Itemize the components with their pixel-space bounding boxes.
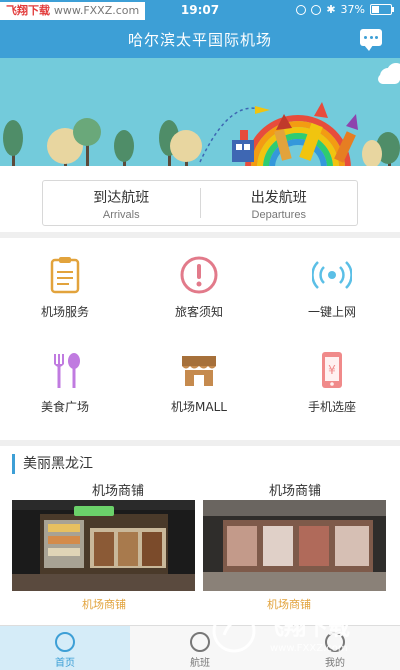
alert-icon [180, 256, 218, 294]
flight-switch-card: 到达航班 Arrivals 出发航班 Departures [42, 180, 358, 226]
service-label: 机场服务 [40, 305, 89, 319]
svg-text:飞翔下载: 飞翔下载 [262, 615, 350, 641]
section-separator [0, 232, 400, 238]
service-seat-selection[interactable]: ¥ 手机选座 [282, 350, 382, 415]
departures-button[interactable]: 出发航班 Departures [201, 181, 358, 225]
shop-heading: 机场商铺 [268, 484, 321, 499]
tab-home[interactable]: 首页 [0, 626, 130, 670]
wifi-icon [312, 261, 352, 289]
storefront-illustration [12, 500, 195, 591]
banner-ground [0, 166, 400, 172]
shop-heading: 机场商铺 [91, 484, 144, 499]
bluetooth-icon: ✱ [326, 3, 336, 16]
battery-text: 37% [340, 3, 365, 16]
phone-seat-icon: ¥ [322, 352, 342, 388]
arrivals-en: Arrivals [102, 209, 140, 221]
tab-label: 首页 [55, 658, 75, 669]
flight-icon [190, 632, 210, 652]
service-airport-service[interactable]: 机场服务 [15, 255, 115, 320]
status-icons: ✱ 37% [296, 3, 394, 16]
service-label: 机场MALL [171, 400, 227, 414]
service-label: 手机选座 [307, 400, 356, 414]
fork-icon [54, 353, 80, 388]
service-food-court[interactable]: 美食广场 [15, 350, 115, 415]
message-button[interactable] [360, 29, 382, 51]
watermark-logo: 飞翔下载 www.FXXZ.com [212, 609, 350, 654]
status-bar: 飞翔下载 www.FXXZ.com 19:07 ✱ 37% [0, 0, 400, 22]
battery-icon [370, 4, 394, 15]
trees-right [362, 132, 400, 168]
cloud-icon [378, 63, 400, 84]
section-title: 美丽黑龙江 [12, 454, 93, 474]
shop-icon [182, 356, 216, 386]
shop-photo[interactable] [12, 500, 195, 591]
service-label: 旅客须知 [174, 305, 223, 319]
shop-caption[interactable]: 机场商铺 [44, 596, 164, 612]
banner-scene [3, 63, 400, 169]
shop-photo[interactable] [203, 500, 386, 591]
departures-en: Departures [251, 209, 306, 221]
arrivals-cn: 到达航班 [93, 190, 150, 206]
svg-text:www.FXXZ.com: www.FXXZ.com [270, 643, 348, 654]
lock-icon [296, 4, 307, 15]
trees-left [3, 118, 202, 168]
section-separator [0, 440, 400, 446]
arrivals-button[interactable]: 到达航班 Arrivals [43, 181, 200, 225]
dot-icon [369, 36, 373, 39]
banner-illustration [0, 58, 400, 172]
page-title: 哈尔滨太平国际机场 [127, 31, 272, 49]
app-header: 哈尔滨太平国际机场 [0, 22, 400, 58]
departures-cn: 出发航班 [250, 190, 307, 206]
service-label: 美食广场 [40, 400, 89, 414]
dot-icon [364, 36, 367, 39]
service-airport-mall[interactable]: 机场MALL [149, 350, 249, 415]
svg-text:¥: ¥ [328, 363, 336, 377]
home-icon [55, 632, 75, 652]
clipboard-icon [50, 257, 80, 294]
rainbow [245, 115, 351, 169]
service-wifi[interactable]: 一键上网 [282, 255, 382, 320]
toy-robot [232, 130, 254, 162]
service-label: 一键上网 [307, 305, 356, 319]
alarm-icon [311, 4, 322, 15]
service-passenger-notice[interactable]: 旅客须知 [149, 255, 249, 320]
storefront-illustration [203, 500, 386, 591]
paper-plane-icon [255, 106, 270, 114]
dot-icon [375, 36, 378, 39]
